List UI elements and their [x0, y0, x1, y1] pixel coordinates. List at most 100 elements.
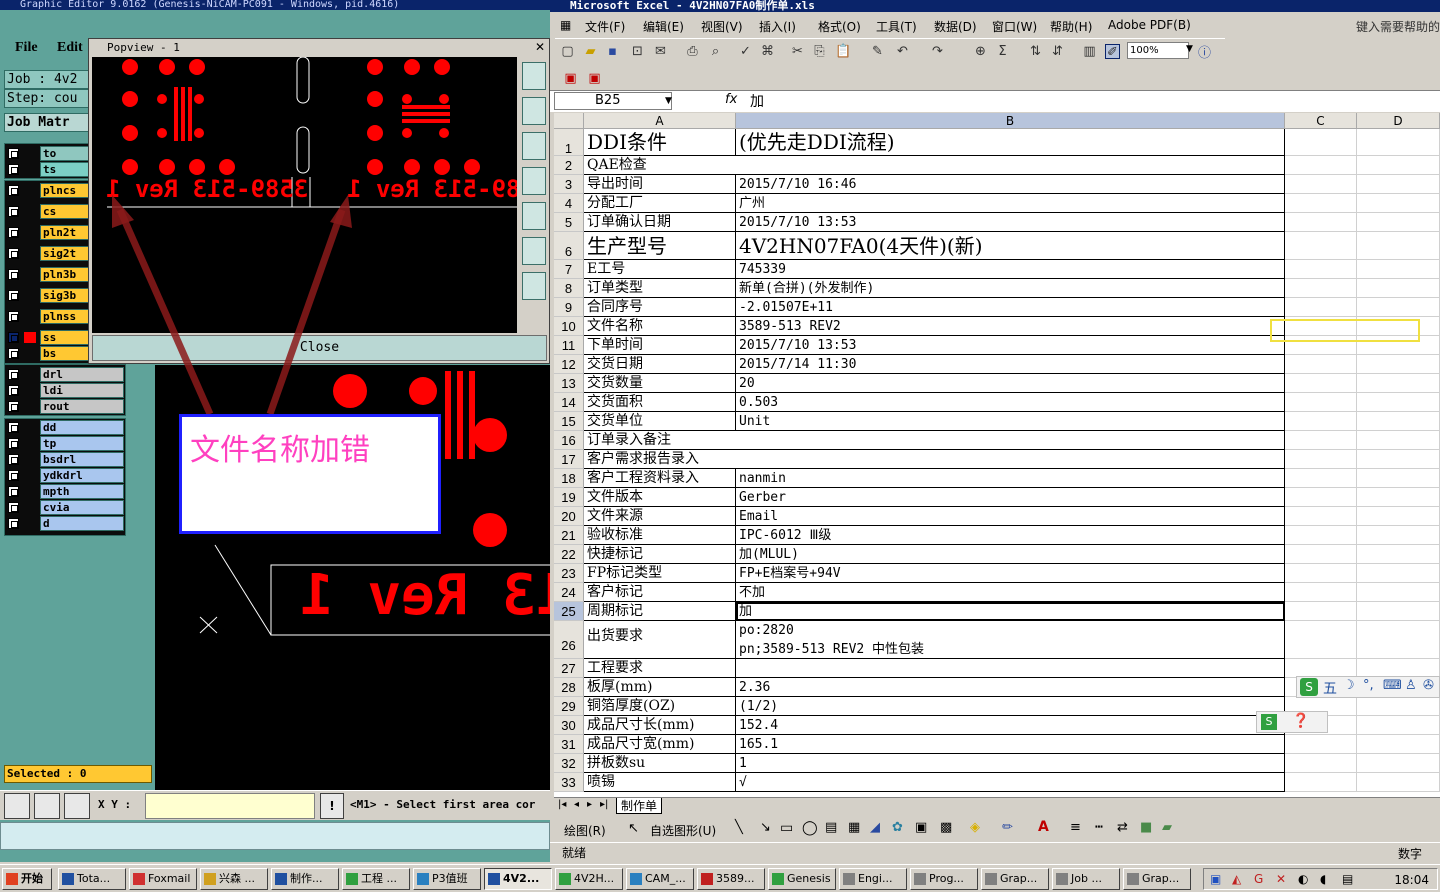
cell-empty[interactable]	[1285, 507, 1357, 526]
row-header[interactable]: 13	[554, 374, 584, 393]
autoshapes-button[interactable]: 自选图形(U)	[650, 822, 716, 839]
row-header[interactable]: 16	[554, 431, 584, 450]
taskbar-button[interactable]: Tota...	[58, 868, 126, 890]
permission-icon[interactable]: ⊡	[630, 44, 645, 59]
cell-empty[interactable]	[1357, 621, 1440, 659]
column-header-a[interactable]: A	[584, 113, 736, 129]
cell-b[interactable]: Unit	[736, 412, 1285, 431]
cell-b[interactable]: 2.36	[736, 678, 1285, 697]
cell-empty[interactable]	[1285, 279, 1357, 298]
cell-empty[interactable]	[1285, 526, 1357, 545]
help-icon[interactable]: ❓	[1292, 713, 1309, 729]
cell-b[interactable]: (1/2)	[736, 697, 1285, 716]
cell-empty[interactable]	[1357, 232, 1440, 260]
cell-empty[interactable]	[1357, 412, 1440, 431]
chart-wizard-icon[interactable]: ▥	[1082, 44, 1097, 59]
zoom-select[interactable]: 100%	[1127, 42, 1189, 59]
cell-empty[interactable]	[1357, 129, 1440, 156]
cell-empty[interactable]	[1357, 507, 1440, 526]
research-icon[interactable]: ⌘	[760, 44, 775, 59]
cell-empty[interactable]	[1285, 393, 1357, 412]
cell-a[interactable]: FP标记类型	[584, 564, 736, 583]
dash-style-icon[interactable]: ┅	[1095, 820, 1103, 835]
cell-a[interactable]: 客户标记	[584, 583, 736, 602]
tray-icon[interactable]: G	[1254, 872, 1263, 886]
select-objects-icon[interactable]: ↖	[628, 821, 639, 836]
shadow-icon[interactable]: ■	[1140, 820, 1152, 835]
cell-b[interactable]: Email	[736, 507, 1285, 526]
row-header[interactable]: 1	[554, 129, 584, 156]
next-sheet-icon[interactable]: ▸	[587, 799, 592, 810]
taskbar-button[interactable]: Grap...	[1123, 868, 1191, 890]
autosum-icon[interactable]: Σ	[995, 44, 1010, 59]
line-color-icon[interactable]: ✏	[1002, 820, 1013, 835]
3d-icon[interactable]: ▰	[1162, 820, 1172, 835]
taskbar-button[interactable]: Engi...	[839, 868, 907, 890]
cell-a[interactable]: 交货日期	[584, 355, 736, 374]
cell-empty[interactable]	[1357, 697, 1440, 716]
cell-empty[interactable]	[1285, 129, 1357, 156]
cell-empty[interactable]	[1357, 393, 1440, 412]
taskbar-button[interactable]: 4V2H...	[555, 868, 623, 890]
cell-empty[interactable]	[1357, 564, 1440, 583]
cell-empty[interactable]	[1357, 469, 1440, 488]
column-header-b[interactable]: B	[736, 113, 1285, 129]
row-header[interactable]: 28	[554, 678, 584, 697]
tray-icon[interactable]: ▣	[1210, 872, 1221, 886]
cell-empty[interactable]	[1357, 156, 1440, 175]
new-icon[interactable]: ▢	[560, 44, 575, 59]
measure-icon[interactable]	[34, 793, 60, 819]
redo-icon[interactable]: ↷	[930, 44, 945, 59]
taskbar-button[interactable]: Genesis	[768, 868, 836, 890]
save-icon[interactable]: ▪	[605, 44, 620, 59]
zoom-icon[interactable]	[4, 793, 30, 819]
tray-icon[interactable]: ◐	[1298, 872, 1308, 886]
menu-view[interactable]: 视图(V)	[701, 18, 743, 35]
cell-a[interactable]: 分配工厂	[584, 194, 736, 213]
cell-empty[interactable]	[1357, 298, 1440, 317]
cell-b[interactable]: 0.503	[736, 393, 1285, 412]
cell-empty[interactable]	[1285, 450, 1357, 469]
start-button[interactable]: 开始	[2, 868, 52, 890]
cell-b[interactable]: Gerber	[736, 488, 1285, 507]
cell-empty[interactable]	[1285, 412, 1357, 431]
prev-sheet-icon[interactable]: ◂	[574, 799, 579, 810]
cell-a[interactable]: 订单类型	[584, 279, 736, 298]
email-icon[interactable]: ✉	[653, 44, 668, 59]
row-header[interactable]: 31	[554, 735, 584, 754]
tray-icon[interactable]: ✕	[1276, 872, 1286, 886]
fx-icon[interactable]: fx	[725, 92, 737, 107]
draw-menu-button[interactable]: 绘图(R)	[564, 822, 606, 839]
textbox-icon[interactable]: ▤	[825, 820, 837, 835]
cell-empty[interactable]	[1357, 735, 1440, 754]
menu-data[interactable]: 数据(D)	[934, 18, 977, 35]
ime-mode[interactable]: 五	[1323, 678, 1337, 698]
cell-b[interactable]: 1	[736, 754, 1285, 773]
cell-a[interactable]: 出货要求	[584, 621, 736, 659]
row-header[interactable]: 10	[554, 317, 584, 336]
row-header[interactable]: 8	[554, 279, 584, 298]
cell-empty[interactable]	[1357, 374, 1440, 393]
taskbar-button[interactable]: CAM_...	[626, 868, 694, 890]
cell-empty[interactable]	[1285, 602, 1357, 621]
cell-a[interactable]: 生产型号	[584, 232, 736, 260]
line-icon[interactable]: ╲	[735, 820, 743, 835]
cell-empty[interactable]	[1357, 754, 1440, 773]
cell-empty[interactable]	[1285, 469, 1357, 488]
cell-a[interactable]: 导出时间	[584, 175, 736, 194]
taskbar-button[interactable]: Grap...	[981, 868, 1049, 890]
cell-empty[interactable]	[1285, 194, 1357, 213]
row-header[interactable]: 24	[554, 583, 584, 602]
cell-a[interactable]: 板厚(mm)	[584, 678, 736, 697]
cell-a[interactable]: 文件名称	[584, 317, 736, 336]
taskbar-button[interactable]: Job ...	[1052, 868, 1120, 890]
row-header[interactable]: 32	[554, 754, 584, 773]
cell-b[interactable]: 20	[736, 374, 1285, 393]
grid-icon[interactable]	[64, 793, 90, 819]
row-header[interactable]: 9	[554, 298, 584, 317]
cell-a[interactable]: 成品尺寸长(mm)	[584, 716, 736, 735]
cell-b[interactable]: 152.4	[736, 716, 1285, 735]
punctuation-icon[interactable]: °,	[1363, 678, 1374, 693]
xy-input[interactable]	[145, 793, 315, 819]
cell-a[interactable]: QAE检查	[584, 156, 1285, 175]
